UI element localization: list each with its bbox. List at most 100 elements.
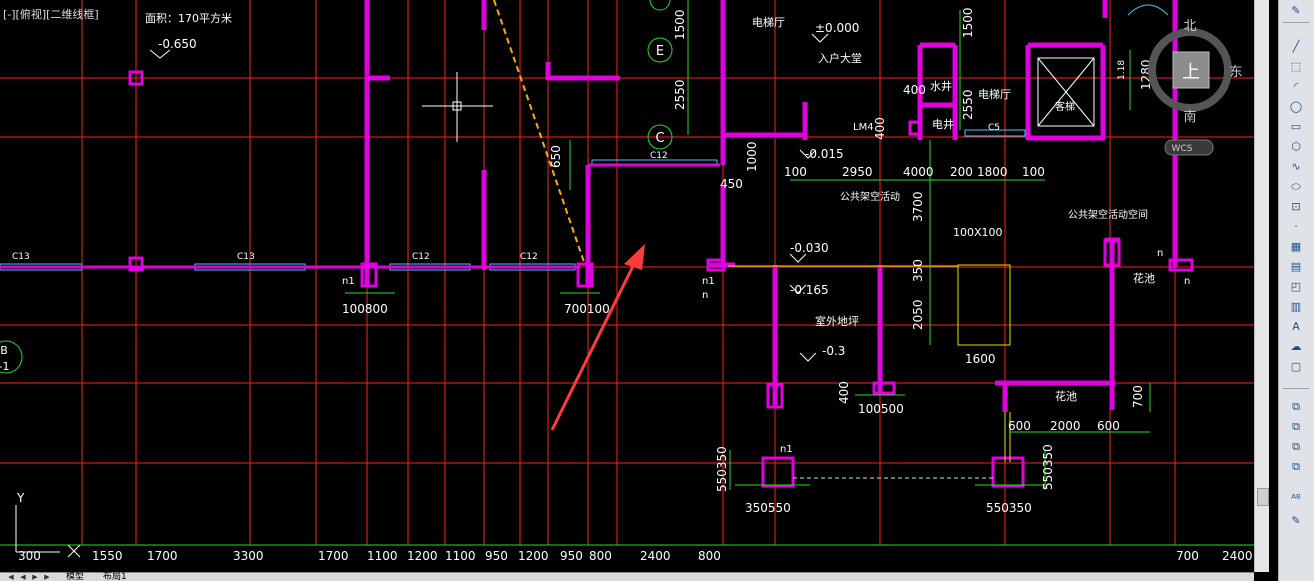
point-icon[interactable]: ·	[1285, 218, 1307, 235]
room-public-space: 公共架空活动空间	[1068, 208, 1148, 221]
tab-nav-next-icon[interactable]: ▶	[30, 573, 40, 581]
elevator-shaft	[1037, 57, 1095, 127]
revcloud-icon[interactable]: ☁	[1285, 338, 1307, 355]
dim-550350b: 550350	[986, 501, 1032, 515]
bottom-dim: 1200	[407, 549, 438, 563]
dim-600b: 600	[1097, 419, 1120, 433]
tab-model[interactable]: 模型	[66, 573, 84, 581]
dim-650: 650	[549, 145, 563, 168]
column	[908, 120, 922, 136]
axis-bubble-c-label: C	[655, 131, 664, 146]
label-n1-b: n1	[702, 276, 715, 287]
column	[872, 381, 896, 395]
dim-550350a: 550350	[715, 446, 729, 492]
drawing-canvas[interactable]: E C B -1 面积：170平方米 -0.650 电梯厅 电梯厅 入户大堂 水…	[0, 0, 1278, 581]
bottom-dim: 2400	[640, 549, 671, 563]
level-top: -0.650	[158, 37, 197, 51]
level-m165: -0.165	[790, 283, 829, 297]
dim-1800: 1800	[977, 165, 1008, 179]
ucs-y-label: Y	[16, 491, 25, 505]
dim-400b: 400	[873, 117, 887, 140]
dim-100b: 100	[1022, 165, 1045, 179]
level-symbols	[149, 33, 829, 362]
bottom-dim: 3300	[233, 549, 264, 563]
area-note: 面积：170平方米	[145, 11, 232, 25]
wipeout-icon[interactable]: ▢	[1285, 358, 1307, 375]
level-triangle	[149, 49, 171, 59]
spell-check-icon[interactable]: ᴬᴮ	[1285, 490, 1307, 507]
viewcube[interactable]: 上 北 东 南 WCS	[1148, 19, 1243, 156]
mirror-icon[interactable]: ⧉	[1285, 418, 1307, 435]
dim-400c: 400	[837, 381, 851, 404]
dim-100: 100	[784, 165, 807, 179]
viewcube-east[interactable]: 东	[1229, 65, 1242, 80]
dim-400a: 400	[903, 83, 926, 97]
orange-dashed-line	[493, 0, 585, 263]
rectangle-icon[interactable]: ▭	[1285, 118, 1307, 135]
vertical-scrollbar[interactable]	[1254, 0, 1269, 572]
dim-700: 700	[1131, 385, 1145, 408]
hatch-icon[interactable]: ▦	[1285, 238, 1307, 255]
dim-550350c: 550350	[1041, 444, 1055, 490]
bottom-dim: 950	[560, 549, 583, 563]
tab-nav-last-icon[interactable]: ▶	[42, 573, 52, 581]
region-icon[interactable]: ◰	[1285, 278, 1307, 295]
axis-bubble-top	[649, 0, 671, 11]
wcs-label: WCS	[1172, 144, 1193, 154]
spline-icon[interactable]: ∿	[1285, 158, 1307, 175]
layout-tab-strip: ◀ ◀ ▶ ▶ 模型 布局1	[0, 572, 1254, 581]
bottom-dim: 1200	[518, 549, 549, 563]
dim-3700: 3700	[911, 191, 925, 222]
multiline-text-icon[interactable]: A	[1285, 318, 1307, 335]
shaft-outline	[957, 264, 1011, 346]
bottom-dim: 700	[1176, 549, 1199, 563]
arrow-head	[624, 244, 645, 270]
bottom-dim: 1100	[367, 549, 398, 563]
bottom-dim: 300	[18, 549, 41, 563]
polygon-icon[interactable]: ⬡	[1285, 138, 1307, 155]
viewport-label[interactable]: [-][俯视][二维线框]	[3, 6, 99, 22]
offset-icon[interactable]: ⧉	[1285, 438, 1307, 455]
dim-1600: 1600	[965, 352, 996, 366]
axis-bubbles: E C B -1	[0, 0, 673, 374]
arc-icon[interactable]: ◜	[1285, 78, 1307, 95]
insert-icon[interactable]: ⊡	[1285, 198, 1307, 215]
table-icon[interactable]: ▥	[1285, 298, 1307, 315]
gradient-icon[interactable]: ▤	[1285, 258, 1307, 275]
tab-nav-prev-icon[interactable]: ◀	[18, 573, 28, 581]
dim-350550: 350550	[745, 501, 791, 515]
level-m030: -0.030	[790, 241, 829, 255]
toolbar-separator	[1283, 388, 1309, 389]
door-arc	[1127, 4, 1169, 16]
tab-nav-first-icon[interactable]: ◀	[6, 573, 16, 581]
label-lm4: LM4	[853, 122, 874, 133]
label-c5: C5	[988, 123, 1000, 133]
label-c12-b: C12	[520, 252, 538, 262]
bottom-dim: 800	[589, 549, 612, 563]
tab-layout1[interactable]: 布局1	[103, 573, 127, 581]
array-icon[interactable]: ⧉	[1285, 458, 1307, 475]
level-m03: -0.3	[822, 344, 845, 358]
dim-2550a: 2550	[673, 79, 687, 110]
scrollbar-thumb[interactable]	[1257, 488, 1269, 506]
find-replace-icon[interactable]: ✎	[1285, 512, 1307, 529]
dim-2550b: 2550	[961, 89, 975, 120]
bottom-dim: 800	[698, 549, 721, 563]
annotation-arrow	[550, 244, 645, 431]
copy-icon[interactable]: ⧉	[1285, 398, 1307, 415]
bottom-dim: 2400	[1222, 549, 1253, 563]
polyline-icon[interactable]: ⬚	[1285, 58, 1307, 75]
draw-toolbar: ✎ ╱ ⬚ ◜ ◯ ▭ ⬡ ∿ ⬭ ⊡ · ▦ ▤ ◰ ▥ A ☁ ▢ ⧉ ⧉ …	[1278, 0, 1314, 581]
dim-1500: 1500	[673, 9, 687, 40]
dim-200: 200	[950, 165, 973, 179]
cad-application: E C B -1 面积：170平方米 -0.650 电梯厅 电梯厅 入户大堂 水…	[0, 0, 1314, 581]
circle-icon[interactable]: ◯	[1285, 98, 1307, 115]
pencil-icon[interactable]: ✎	[1285, 2, 1307, 19]
label-n1-c: n1	[780, 444, 793, 455]
room-water-shaft: 水井	[930, 79, 952, 93]
line-icon[interactable]: ╱	[1285, 38, 1307, 55]
axis-bubble-b-sub: -1	[0, 360, 9, 373]
viewcube-north[interactable]: 北	[1183, 19, 1196, 34]
viewcube-south[interactable]: 南	[1183, 109, 1196, 125]
ellipse-icon[interactable]: ⬭	[1285, 178, 1307, 195]
